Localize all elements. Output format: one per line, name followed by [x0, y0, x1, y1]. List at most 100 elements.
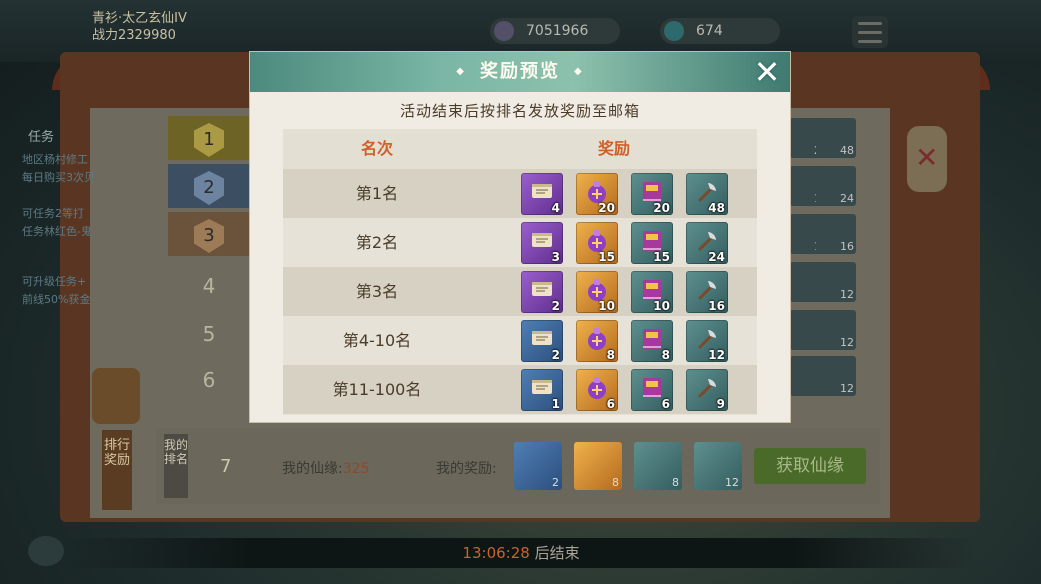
table-header: 名次 奖励 — [283, 129, 757, 169]
rank-label: 第4-10名 — [342, 331, 412, 350]
task-line: 地区杨村修工 — [22, 153, 88, 166]
task-line: 任务林红色-鬼 — [22, 225, 92, 238]
item-count: 12 — [708, 348, 725, 362]
close-x-icon: ✕ — [915, 141, 939, 174]
resource-silver: 7051966 — [490, 18, 620, 44]
lantern-icon — [92, 368, 140, 424]
countdown-suffix: 后结束 — [529, 544, 580, 562]
task-line: 可任务2等打 — [22, 207, 84, 220]
item-count: 48 — [708, 201, 725, 215]
item-count: 15 — [653, 250, 670, 264]
table-row: 第11-100名 1 6 6 9 — [283, 365, 757, 414]
header-reward: 奖励 — [597, 139, 630, 158]
table-row: 第2名 3 15 15 24 — [283, 218, 757, 267]
reward-preview-dialog: ◆ 奖励预览 ◆ ✕ 活动结束后按排名发放奖励至邮箱 名次 奖励 第1名 4 20 20 4… — [250, 52, 790, 422]
scroll-icon[interactable]: 4 — [521, 173, 563, 215]
gold-medal-icon: 1 — [194, 123, 224, 157]
rank-cell-1: 1 — [168, 116, 250, 160]
book-icon[interactable]: 20 — [631, 173, 673, 215]
item-count: 8 — [606, 348, 615, 362]
table-row: 第4-10名 2 8 8 12 — [283, 316, 757, 365]
item-count: 3 — [551, 250, 560, 264]
my-reward-scroll-icon[interactable]: 2 — [514, 442, 562, 490]
coin-icon — [494, 21, 514, 41]
silver-medal-icon: 2 — [194, 171, 224, 205]
my-reward-axe-icon[interactable]: 12 — [694, 442, 742, 490]
bg-axe-icon: 12 — [816, 262, 856, 302]
lantern-close-decoration[interactable]: ✕ — [907, 126, 947, 192]
item-count: 2 — [551, 299, 560, 313]
rank-cell-5: 5 — [202, 322, 216, 346]
countdown-time: 13:06:28 — [462, 544, 530, 562]
item-count: 2 — [551, 348, 560, 362]
item-count: 9 — [716, 397, 725, 411]
task-line: 前线50%获金 — [22, 293, 91, 306]
dialog-header: ◆ 奖励预览 ◆ — [250, 52, 790, 92]
diamond-ornament-icon: ◆ — [456, 66, 466, 77]
task-line: 可升级任务+ — [22, 275, 87, 288]
reward-table: 名次 奖励 第1名 4 20 20 48 第2名 3 15 15 24 第3名 2 10 10 16 第4-1… — [283, 129, 757, 415]
player-power: 战力2329980 — [92, 28, 176, 43]
diamond-ornament-icon: ◆ — [574, 66, 584, 77]
rank-cell-3: 3 — [168, 212, 250, 256]
item-count: 20 — [598, 201, 615, 215]
book-icon[interactable]: 8 — [631, 320, 673, 362]
item-count: 20 — [653, 201, 670, 215]
my-rank-value: 7 — [220, 456, 232, 477]
item-count: 10 — [598, 299, 615, 313]
item-count: 4 — [551, 201, 560, 215]
my-rank-label: 我的排名 — [164, 434, 188, 498]
item-count: 16 — [708, 299, 725, 313]
scroll-icon[interactable]: 2 — [521, 320, 563, 362]
my-reward-potion-icon[interactable]: 8 — [574, 442, 622, 490]
my-xianyuan: 我的仙缘:325 — [282, 461, 370, 477]
get-xianyuan-button[interactable]: 获取仙缘 — [754, 448, 866, 484]
rank-label: 第11-100名 — [332, 380, 422, 399]
my-xianyuan-value: 325 — [342, 461, 370, 477]
header-rank: 名次 — [360, 139, 393, 158]
table-row: 第3名 2 10 10 16 — [283, 267, 757, 316]
countdown-bar: 13:06:28 后结束 — [66, 538, 976, 568]
task-line: 每日购买3次贝 — [22, 171, 95, 184]
item-count: 6 — [661, 397, 670, 411]
table-row: 第1名 4 20 20 48 — [283, 169, 757, 218]
item-count: 6 — [606, 397, 615, 411]
close-button[interactable]: ✕ — [750, 55, 784, 89]
bg-axe-icon: 48 — [816, 118, 856, 158]
rank-cell-6: 6 — [202, 368, 216, 392]
bg-axe-icon: 24 — [816, 166, 856, 206]
potion-bag-icon[interactable]: 10 — [576, 271, 618, 313]
potion-bag-icon[interactable]: 8 — [576, 320, 618, 362]
book-icon[interactable]: 15 — [631, 222, 673, 264]
book-icon[interactable]: 10 — [631, 271, 673, 313]
scroll-icon[interactable]: 2 — [521, 271, 563, 313]
scroll-icon[interactable]: 1 — [521, 369, 563, 411]
rank-label: 第3名 — [355, 282, 399, 301]
my-reward-book-icon[interactable]: 8 — [634, 442, 682, 490]
scroll-icon[interactable]: 3 — [521, 222, 563, 264]
player-info[interactable]: 青衫·太乙玄仙IV 战力2329980 — [92, 10, 187, 44]
resource-gem: 674 — [660, 18, 780, 44]
axe-icon[interactable]: 12 — [686, 320, 728, 362]
potion-bag-icon[interactable]: 6 — [576, 369, 618, 411]
axe-icon[interactable]: 48 — [686, 173, 728, 215]
player-name: 青衫·太乙玄仙IV — [92, 11, 187, 26]
rank-reward-tab[interactable]: 排行奖励 — [102, 430, 132, 510]
axe-icon[interactable]: 24 — [686, 222, 728, 264]
menu-button[interactable] — [852, 16, 888, 48]
bronze-medal-icon: 3 — [194, 219, 224, 253]
item-count: 8 — [661, 348, 670, 362]
rank-label: 第2名 — [355, 233, 399, 252]
axe-icon[interactable]: 9 — [686, 369, 728, 411]
my-reward-label: 我的奖励: — [436, 461, 497, 477]
my-rank-bar: 我的排名 7 我的仙缘:325 我的奖励: 2 8 8 12 获取仙缘 — [156, 428, 880, 504]
item-count: 24 — [708, 250, 725, 264]
gem-icon — [664, 21, 684, 41]
potion-bag-icon[interactable]: 20 — [576, 173, 618, 215]
book-icon[interactable]: 6 — [631, 369, 673, 411]
bg-axe-icon: 16 — [816, 214, 856, 254]
potion-bag-icon[interactable]: 15 — [576, 222, 618, 264]
chat-icon[interactable] — [28, 536, 64, 566]
axe-icon[interactable]: 16 — [686, 271, 728, 313]
item-count: 10 — [653, 299, 670, 313]
